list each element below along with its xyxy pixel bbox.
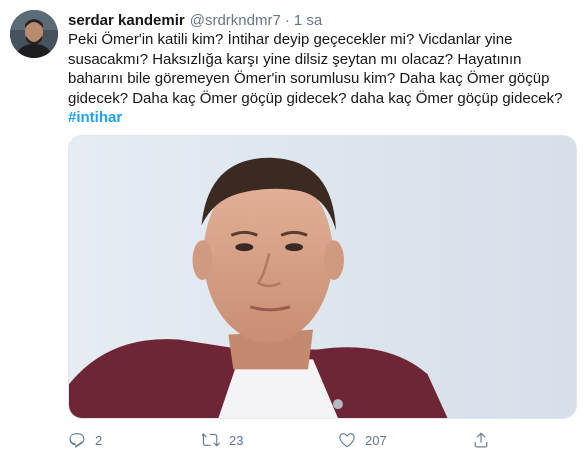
retweet-button[interactable]: 23 (202, 429, 243, 451)
tweet-text-line: Peki Ömer'in katili kim? İntihar deyip g… (68, 31, 513, 48)
retweet-count: 23 (229, 432, 244, 448)
timestamp[interactable]: 1 sa (294, 12, 322, 29)
retweet-icon (202, 431, 220, 449)
avatar-image (10, 10, 58, 58)
hashtag-link[interactable]: #intihar (68, 108, 578, 128)
photo-image (69, 136, 576, 418)
display-name[interactable]: serdar kandemir (68, 12, 185, 29)
tweet-text: Peki Ömer'in katili kim? İntihar deyip g… (68, 30, 578, 128)
avatar[interactable] (10, 10, 58, 58)
tweet-media-photo[interactable] (68, 135, 577, 419)
reply-icon (68, 431, 86, 449)
heart-icon (338, 431, 356, 449)
share-icon (472, 431, 490, 449)
like-count: 207 (365, 432, 387, 448)
tweet-header: serdar kandemir @srdrkndmr7 · 1 sa (68, 10, 322, 30)
like-button[interactable]: 207 (338, 429, 387, 451)
tweet-text-line: gidecek? Daha kaç Ömer göçüp gidecek? da… (68, 89, 563, 107)
tweet-text-line: susacakmı? Haksızlığa karşı yine dilsiz … (68, 50, 522, 68)
reply-count: 2 (95, 432, 103, 448)
reply-button[interactable]: 2 (68, 429, 102, 451)
user-handle[interactable]: @srdrkndmr7 (190, 12, 281, 29)
share-button[interactable] (472, 429, 490, 451)
tweet[interactable]: serdar kandemir @srdrkndmr7 · 1 sa Peki … (0, 0, 588, 455)
tweet-actions: 2 23 207 (68, 429, 508, 451)
tweet-text-line: baharını bile göremeyen Ömer'in sorumlus… (68, 70, 550, 87)
separator-dot: · (284, 11, 290, 29)
